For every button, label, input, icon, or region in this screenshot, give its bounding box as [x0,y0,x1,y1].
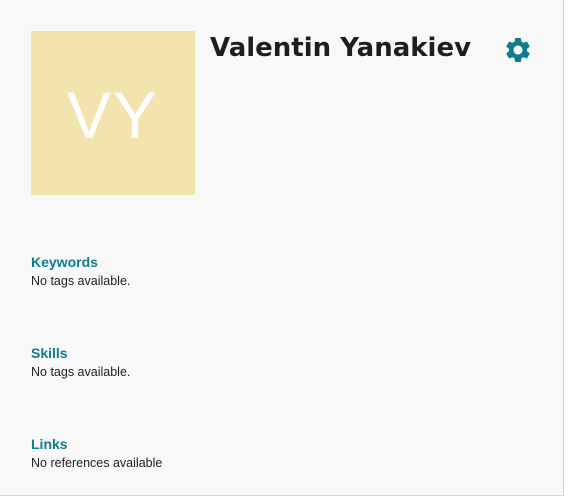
links-empty-text: No references available [31,456,163,470]
profile-name: Valentin Yanakiev [210,33,472,63]
links-heading: Links [31,436,68,452]
avatar-initials: VY [66,78,160,152]
keywords-section: Keywords No tags available. [31,253,130,289]
avatar: VY [31,31,195,195]
skills-empty-text: No tags available. [31,365,131,379]
skills-section: Skills No tags available. [31,344,130,380]
settings-button[interactable] [502,34,534,66]
gear-icon [506,37,530,62]
keywords-empty-text: No tags available. [31,274,131,288]
keywords-heading: Keywords [31,254,98,270]
profile-card: VY Valentin Yanakiev Keywords No tags av… [0,0,564,496]
links-section: Links No references available [31,435,162,471]
skills-heading: Skills [31,345,68,361]
